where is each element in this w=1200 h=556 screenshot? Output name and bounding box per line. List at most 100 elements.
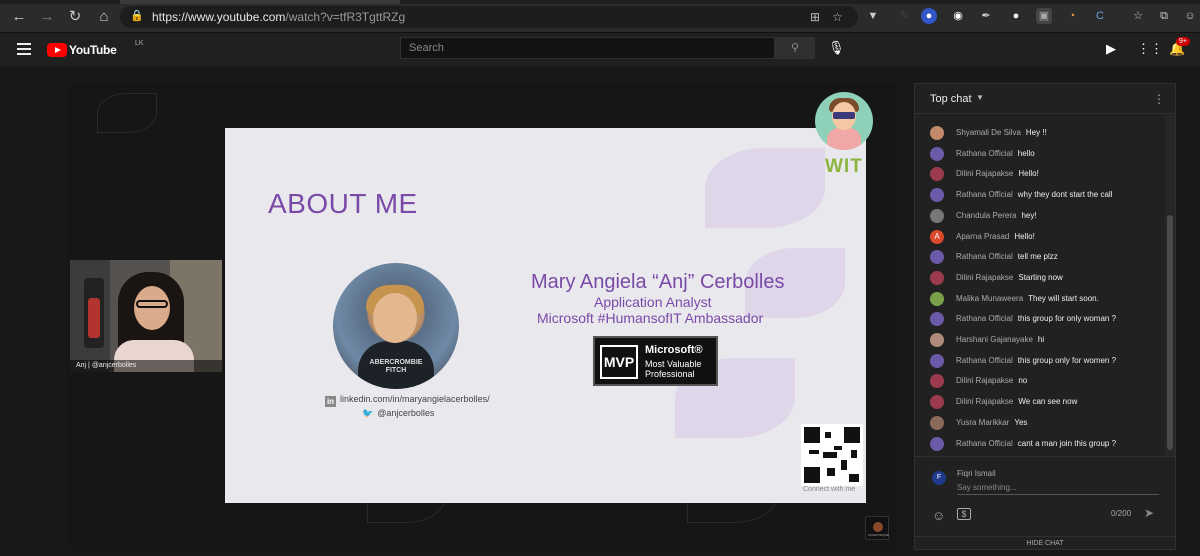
translate-icon[interactable]: ⊞ [810, 10, 820, 24]
extension-ghost-icon[interactable]: ● [1008, 8, 1024, 24]
author-avatar[interactable] [930, 415, 944, 430]
extension-grid-icon[interactable]: ▣ [1036, 8, 1052, 24]
author-avatar[interactable] [930, 167, 944, 182]
favorites-icon[interactable]: ☆ [1130, 8, 1146, 24]
author-name[interactable]: Rathana Official [956, 249, 1013, 265]
chat-scrollbar[interactable] [1165, 115, 1175, 456]
author-name[interactable]: Rathana Official [956, 353, 1013, 369]
webcam-feed [70, 260, 222, 372]
author-avatar[interactable] [930, 436, 944, 451]
chat-header: Top chat ▼ ⋮ [915, 84, 1175, 114]
linkedin-link: in linkedin.com/in/maryangielacerbolles/ [325, 394, 490, 407]
menu-icon[interactable] [17, 43, 31, 55]
forward-arrow-icon[interactable]: → [38, 8, 56, 26]
microphone-body [88, 298, 100, 338]
author-avatar[interactable] [930, 395, 944, 410]
message-text: cant a man join this group ? [1017, 438, 1117, 448]
qr-caption: Connect with me [803, 486, 856, 493]
author-name[interactable]: Dilini Rajapakse [956, 394, 1013, 410]
author-name[interactable]: Yusra Marikkar [956, 415, 1009, 431]
scrollbar-thumb[interactable] [1167, 215, 1173, 450]
author-avatar[interactable] [930, 126, 944, 140]
speaker-ambassador: Microsoft #HumansofIT Ambassador [537, 310, 764, 326]
author-avatar[interactable] [930, 146, 944, 161]
chat-message-input[interactable]: Say something... [957, 483, 1159, 495]
extension-circle-icon[interactable]: ◉ [950, 8, 966, 24]
microphone-icon[interactable]: 🎙 [828, 40, 845, 56]
author-name[interactable]: Shyamali De Silva [956, 125, 1021, 141]
chevron-down-icon[interactable]: ▼ [976, 93, 984, 102]
mvp-logo: MVP [600, 345, 638, 379]
shirt-print: ABERCROMBIE FITCH [369, 359, 423, 374]
address-bar[interactable]: 🔒 https://www.youtube.com/watch?v=tfR3Tg… [120, 6, 858, 28]
extension-vpn-icon[interactable]: ▼ [865, 8, 881, 24]
author-name[interactable]: Rathana Official [956, 187, 1013, 203]
create-video-icon[interactable]: ▶︎ [1106, 41, 1116, 57]
back-arrow-icon[interactable]: ← [10, 8, 28, 26]
author-name[interactable]: Rathana Official [956, 436, 1013, 452]
hide-chat-button[interactable]: HIDE CHAT [915, 536, 1175, 550]
profile-icon[interactable]: ☺ [1182, 8, 1198, 24]
author-name[interactable]: Dilini Rajapakse [956, 373, 1013, 389]
author-avatar[interactable] [930, 333, 944, 347]
author-avatar[interactable] [930, 250, 944, 265]
chat-mode-dropdown[interactable]: Top chat [930, 93, 972, 105]
collections-icon[interactable]: ⧉ [1156, 8, 1172, 24]
author-name[interactable]: Aparna Prasad [956, 229, 1009, 245]
author-name[interactable]: Malika Munaweera [956, 291, 1023, 307]
extension-c-icon[interactable]: C [1092, 8, 1108, 24]
notification-badge: 9+ [1176, 37, 1190, 46]
message-text: hello [1017, 148, 1035, 158]
home-icon[interactable]: ⌂ [95, 8, 113, 26]
mvp-most-valuable: Most Valuable [645, 359, 702, 369]
tab-strip [0, 0, 1200, 4]
message-text: this group for only woman ? [1017, 314, 1117, 324]
message-text: Hello! [1018, 169, 1039, 179]
search-button[interactable]: ⚲ [775, 37, 815, 59]
send-icon[interactable]: ➤ [1144, 506, 1154, 520]
lock-icon: 🔒 [130, 10, 144, 22]
browser-toolbar: ← → ↻ ⌂ 🔒 https://www.youtube.com/watch?… [0, 0, 1200, 33]
author-avatar[interactable] [930, 312, 944, 327]
search-placeholder: Search [409, 42, 444, 54]
author-name[interactable]: Dilini Rajapakse [956, 166, 1013, 182]
slide-watermark-leaf [705, 148, 825, 228]
twitter-icon: 🐦 [362, 408, 374, 418]
rss-icon[interactable]: ◔ [1064, 8, 1080, 24]
emoji-icon[interactable]: ☺ [932, 508, 945, 523]
search-icon: ⚲ [790, 42, 800, 54]
chat-messages[interactable]: Shyamali De Silva Hey !! Rathana Official h… [915, 115, 1165, 456]
mvp-microsoft: Microsoft® [645, 344, 703, 356]
more-options-icon[interactable]: ⋮ [1153, 92, 1165, 106]
author-avatar[interactable] [930, 291, 944, 306]
extension-feather-icon[interactable]: ✒ [978, 8, 994, 24]
reload-icon[interactable]: ↻ [66, 8, 84, 26]
message-text: no [1018, 376, 1028, 386]
author-avatar[interactable] [930, 353, 944, 368]
chat-input-area: F Fiqri Ismail Say something... ☺ $ 0/20… [915, 456, 1175, 536]
apps-grid-icon[interactable]: ⋮⋮ [1137, 41, 1163, 57]
author-name[interactable]: Rathana Official [956, 146, 1013, 162]
author-name[interactable]: Chandula Perera [956, 208, 1016, 224]
bookmark-star-icon[interactable]: ☆ [832, 10, 843, 24]
author-avatar[interactable]: A [930, 229, 944, 244]
channel-watermark-logo[interactable]: SCIENTIFIQUE [865, 516, 889, 540]
message-text: this group only for women ? [1017, 355, 1117, 365]
super-chat-icon[interactable]: $ [957, 508, 971, 520]
user-avatar: F [932, 471, 946, 485]
author-avatar[interactable] [930, 188, 944, 203]
extension-pen-icon[interactable]: ✎ [897, 8, 913, 24]
author-name[interactable]: Rathana Official [956, 311, 1013, 327]
author-name[interactable]: Harshani Gajanayake [956, 332, 1033, 348]
author-avatar[interactable] [930, 270, 944, 285]
qr-code [801, 424, 863, 486]
author-avatar[interactable] [930, 374, 944, 389]
author-avatar[interactable] [930, 208, 944, 223]
wit-logo-text: WIT [825, 156, 863, 177]
search-input[interactable]: Search [400, 37, 775, 59]
active-tab[interactable] [120, 0, 400, 4]
extension-blue-icon[interactable]: ● [921, 8, 937, 24]
author-name[interactable]: Dilini Rajapakse [956, 270, 1013, 286]
url-text[interactable]: https://www.youtube.com/watch?v=tfR3Tgtt… [152, 10, 405, 24]
message-text: why they dont start the call [1017, 190, 1113, 200]
